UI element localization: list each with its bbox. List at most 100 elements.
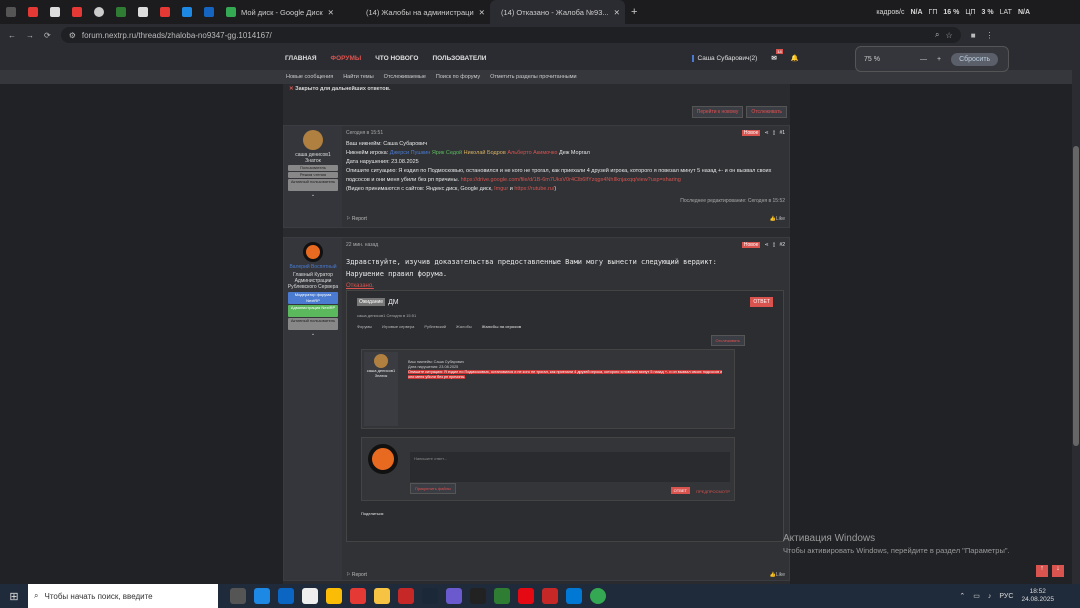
tab-current[interactable]: (14) Отказано - Жалоба №93... ✕ xyxy=(490,0,625,24)
site-info-icon[interactable]: ⚙ xyxy=(69,31,76,40)
report-link[interactable]: ⚐ Report xyxy=(346,572,367,578)
zoom-out-button[interactable]: — xyxy=(920,56,927,63)
bell-icon[interactable]: 🔔 xyxy=(791,54,799,62)
tab[interactable] xyxy=(198,0,220,24)
tab-google-drive[interactable]: Мой диск - Google Диск ✕ xyxy=(220,0,355,24)
volume-icon[interactable]: ♪ xyxy=(988,593,992,600)
shot-share: Поделиться: xyxy=(361,511,385,516)
post-time[interactable]: 22 мин. назад xyxy=(346,242,785,248)
evidence-link[interactable]: https://drive.google.com/file/d/1B-6m7Uk… xyxy=(461,177,681,183)
post-number[interactable]: #2 xyxy=(779,242,785,248)
file-explorer-icon[interactable] xyxy=(374,588,390,604)
extension-icon[interactable]: ■ xyxy=(971,31,976,40)
bookmark-icon[interactable]: ▯ xyxy=(773,242,776,248)
close-icon[interactable]: ✕ xyxy=(328,8,334,17)
tab[interactable] xyxy=(132,0,154,24)
zoom-icon[interactable]: ⌕ xyxy=(935,30,939,40)
app-icon[interactable] xyxy=(518,588,534,604)
goto-new-button[interactable]: Перейти к новому xyxy=(691,106,744,118)
user-badge: Пользователь xyxy=(288,165,338,171)
nick: Альберто Акимочко xyxy=(507,150,558,156)
shot-user: саша денисов1 Знаток xyxy=(364,352,398,426)
tab[interactable] xyxy=(110,0,132,24)
app-icon[interactable] xyxy=(470,588,486,604)
link[interactable]: https://rutube.ru/ xyxy=(514,186,554,192)
close-icon[interactable]: ✕ xyxy=(614,8,620,17)
zoom-in-button[interactable]: + xyxy=(937,56,941,63)
vscode-icon[interactable] xyxy=(566,588,582,604)
app-icon[interactable] xyxy=(398,588,414,604)
subnav-new-posts[interactable]: Новые сообщения xyxy=(286,74,333,80)
chevron-down-icon[interactable]: ⌄ xyxy=(284,192,342,198)
like-label: Like xyxy=(775,216,785,222)
zoom-reset-button[interactable]: Сбросить xyxy=(951,52,999,66)
tab[interactable] xyxy=(44,0,66,24)
nav-home[interactable]: ГЛАВНАЯ xyxy=(285,55,317,62)
bookmark-star-icon[interactable]: ☆ xyxy=(946,31,953,40)
like-button[interactable]: 👍Like xyxy=(770,572,785,578)
address-bar[interactable]: ⚙ forum.nextrp.ru/threads/zhaloba-no9347… xyxy=(60,27,961,43)
scroll-top-button[interactable]: ↑ xyxy=(1036,565,1048,577)
back-icon[interactable]: ← xyxy=(8,31,16,40)
post-tools: Новое ⋖ ▯ #2 xyxy=(741,242,785,248)
bookmark-icon[interactable]: ▯ xyxy=(773,130,776,136)
closed-text: Закрыто для дальнейших ответов. xyxy=(295,86,391,92)
share-icon[interactable]: ⋖ xyxy=(764,242,768,248)
report-link[interactable]: ⚐ Report xyxy=(346,216,367,222)
taskbar-search[interactable]: ⌕ Чтобы начать поиск, введите xyxy=(28,584,218,608)
watch-button[interactable]: Отслеживать xyxy=(746,106,787,118)
scrollbar-thumb[interactable] xyxy=(1073,146,1079,446)
yandex-icon[interactable] xyxy=(350,588,366,604)
like-button[interactable]: 👍Like xyxy=(770,216,785,222)
nav-account[interactable]: Саша Субарович(2) xyxy=(692,54,757,62)
task-view-icon[interactable] xyxy=(230,588,246,604)
subnav-mark-read[interactable]: Отметить разделы прочитанными xyxy=(490,74,577,80)
chrome-active-icon[interactable] xyxy=(590,588,606,604)
forward-icon[interactable]: → xyxy=(26,31,34,40)
tab-label: (14) Жалобы на администраци xyxy=(366,7,474,17)
link[interactable]: Imgur xyxy=(494,186,508,192)
share-icon[interactable]: ⋖ xyxy=(764,130,768,136)
subnav-search[interactable]: Поиск по форуму xyxy=(436,74,480,80)
tray-up-icon[interactable]: ⌃ xyxy=(959,592,965,600)
app-icon[interactable] xyxy=(446,588,462,604)
windows-start-icon[interactable]: ⊞ xyxy=(0,590,28,603)
chevron-down-icon[interactable]: ⌄ xyxy=(284,331,342,337)
reload-icon[interactable]: ⟳ xyxy=(44,31,51,40)
post-number[interactable]: #1 xyxy=(779,130,785,136)
tab[interactable] xyxy=(154,0,176,24)
avatar[interactable] xyxy=(303,130,323,150)
app-icon[interactable] xyxy=(542,588,558,604)
tab[interactable] xyxy=(66,0,88,24)
outlook-icon[interactable] xyxy=(278,588,294,604)
embedded-screenshot[interactable]: Ожидание ДМ ОТВЕТ саша денисов1 Сегодня в … xyxy=(346,290,784,542)
new-tab-icon[interactable]: + xyxy=(625,0,643,24)
menu-icon[interactable]: ⋮ xyxy=(986,31,994,40)
app-icon[interactable] xyxy=(494,588,510,604)
tab[interactable] xyxy=(88,0,110,24)
edge-icon[interactable] xyxy=(254,588,270,604)
nav-users[interactable]: ПОЛЬЗОВАТЕЛИ xyxy=(432,55,486,62)
post-time[interactable]: Сегодня в 15:51 xyxy=(346,130,785,136)
clock[interactable]: 18:52 24.08.2025 xyxy=(1021,588,1054,604)
scroll-bottom-button[interactable]: ↓ xyxy=(1052,565,1064,577)
subnav-find-threads[interactable]: Найти темы xyxy=(343,74,373,80)
inbox-icon[interactable]: ✉ 14 xyxy=(771,49,783,62)
tab[interactable] xyxy=(22,0,44,24)
steam-icon[interactable] xyxy=(422,588,438,604)
network-icon[interactable]: ▭ xyxy=(973,592,980,600)
tab-complaints[interactable]: (14) Жалобы на администраци ✕ xyxy=(355,0,490,24)
username[interactable]: Валерий Воспятный xyxy=(284,264,342,270)
subnav-watched[interactable]: Отслеживаемые xyxy=(384,74,426,80)
yandex-browser-icon[interactable] xyxy=(302,588,318,604)
tab[interactable] xyxy=(176,0,198,24)
tab-menu[interactable] xyxy=(0,0,22,24)
nav-whats-new[interactable]: ЧТО НОВОГО xyxy=(375,55,418,62)
scrollbar[interactable] xyxy=(1072,46,1080,584)
close-icon[interactable]: ✕ xyxy=(479,8,485,17)
shot-status: Ожидание xyxy=(357,298,386,306)
avatar[interactable] xyxy=(303,242,323,262)
nav-forums[interactable]: ФОРУМЫ xyxy=(331,55,362,62)
language-indicator[interactable]: РУС xyxy=(999,593,1013,600)
chrome-icon[interactable] xyxy=(326,588,342,604)
